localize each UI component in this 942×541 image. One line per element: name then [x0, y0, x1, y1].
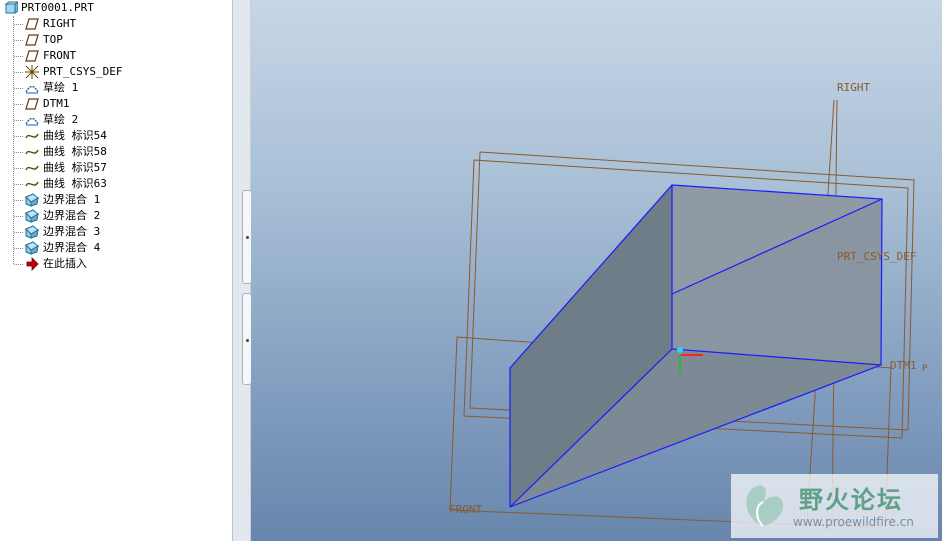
tree-item-label: 曲线 标识63	[43, 177, 107, 190]
curve-icon	[25, 161, 39, 175]
tree-item-label: RIGHT	[43, 17, 77, 30]
z-axis-indicator	[677, 347, 683, 353]
tree-item-label: 边界混合 2	[43, 209, 101, 222]
datum-label-dtm-suffix: P	[922, 364, 928, 374]
sketch-icon	[25, 113, 39, 127]
tree-item-right[interactable]: RIGHT	[0, 16, 230, 32]
tree-item-curve-57[interactable]: 曲线 标识57	[0, 160, 230, 176]
tree-root-label: PRT0001.PRT	[21, 1, 94, 14]
tree-item-curve-54[interactable]: 曲线 标识54	[0, 128, 230, 144]
datum-label-csys: PRT_CSYS_DEF	[837, 250, 916, 263]
curve-icon	[25, 145, 39, 159]
tree-item-label: 曲线 标识54	[43, 129, 107, 142]
splitter-dot	[246, 339, 249, 342]
tree-item-csys[interactable]: PRT_CSYS_DEF	[0, 64, 230, 80]
tree-item-label: 草绘 2	[43, 113, 79, 126]
tree-branch	[14, 248, 23, 249]
tree-branch	[14, 120, 23, 121]
datum-label-front: FRONT	[449, 503, 482, 516]
watermark: 野火论坛 www.proewildfire.cn	[731, 474, 938, 538]
tree-item-top[interactable]: TOP	[0, 32, 230, 48]
tree-item-insert-here[interactable]: 在此插入	[0, 256, 230, 272]
tree-branch	[14, 184, 23, 185]
boundary-blend-icon	[25, 193, 39, 207]
tree-item-label: 曲线 标识58	[43, 145, 107, 158]
sketch-icon	[25, 81, 39, 95]
datum-label-right: RIGHT	[837, 81, 870, 94]
tree-item-dtm1[interactable]: DTM1	[0, 96, 230, 112]
datum-plane-icon	[25, 97, 39, 111]
tree-branch	[14, 40, 23, 41]
boundary-blend-icon	[25, 209, 39, 223]
curve-icon	[25, 129, 39, 143]
boundary-blend-icon	[25, 225, 39, 239]
tree-item-label: 草绘 1	[43, 81, 79, 94]
tree-item-label: PRT_CSYS_DEF	[43, 65, 123, 78]
tree-item-label: DTM1	[43, 97, 70, 110]
tree-branch	[14, 136, 23, 137]
tree-item-label: 边界混合 1	[43, 193, 101, 206]
watermark-url: www.proewildfire.cn	[793, 515, 914, 529]
tree-item-sketch-2[interactable]: 草绘 2	[0, 112, 230, 128]
graphics-window[interactable]: RIGHT PRT_CSYS_DEF DTM1 P FRONT	[251, 0, 942, 541]
tree-item-label: 曲线 标识57	[43, 161, 107, 174]
tree-item-curve-58[interactable]: 曲线 标识58	[0, 144, 230, 160]
tree-branch	[14, 24, 23, 25]
tree-item-front[interactable]: FRONT	[0, 48, 230, 64]
datum-plane-icon	[25, 33, 39, 47]
tree-item-label: 边界混合 3	[43, 225, 101, 238]
datum-plane-icon	[25, 17, 39, 31]
tree-branch	[14, 88, 23, 89]
panel-splitter[interactable]	[233, 0, 252, 541]
watermark-logo-icon	[746, 485, 784, 527]
tree-branch	[14, 72, 23, 73]
tree-branch	[14, 168, 23, 169]
boundary-blend-icon	[25, 241, 39, 255]
curve-icon	[25, 177, 39, 191]
tree-item-boundary-blend-4[interactable]: 边界混合 4	[0, 240, 230, 256]
tree-item-label: 在此插入	[43, 257, 87, 270]
tree-item-label: FRONT	[43, 49, 77, 62]
insert-here-arrow-icon	[25, 257, 39, 271]
tree-item-label: TOP	[43, 33, 63, 46]
tree-branch	[14, 152, 23, 153]
tree-branch	[14, 56, 23, 57]
model-view: RIGHT PRT_CSYS_DEF DTM1 P FRONT	[449, 81, 928, 529]
part-icon	[4, 1, 20, 15]
tree-branch	[14, 216, 23, 217]
datum-label-dtm1: DTM1	[890, 359, 917, 372]
tree-branch	[14, 264, 23, 265]
watermark-title: 野火论坛	[799, 486, 903, 514]
model-tree-panel: PRT0001.PRT RIGHT TOP FRONT PRT_CSYS_DEF	[0, 0, 233, 541]
tree-branch	[14, 200, 23, 201]
tree-branch	[14, 104, 23, 105]
tree-item-label: 边界混合 4	[43, 241, 101, 254]
tree-item-boundary-blend-1[interactable]: 边界混合 1	[0, 192, 230, 208]
tree-item-sketch-1[interactable]: 草绘 1	[0, 80, 230, 96]
coordinate-system-icon	[25, 65, 39, 79]
tree-item-boundary-blend-2[interactable]: 边界混合 2	[0, 208, 230, 224]
splitter-dot	[246, 236, 249, 239]
tree-branch	[14, 232, 23, 233]
tree-item-boundary-blend-3[interactable]: 边界混合 3	[0, 224, 230, 240]
tree-item-curve-63[interactable]: 曲线 标识63	[0, 176, 230, 192]
datum-plane-icon	[25, 49, 39, 63]
